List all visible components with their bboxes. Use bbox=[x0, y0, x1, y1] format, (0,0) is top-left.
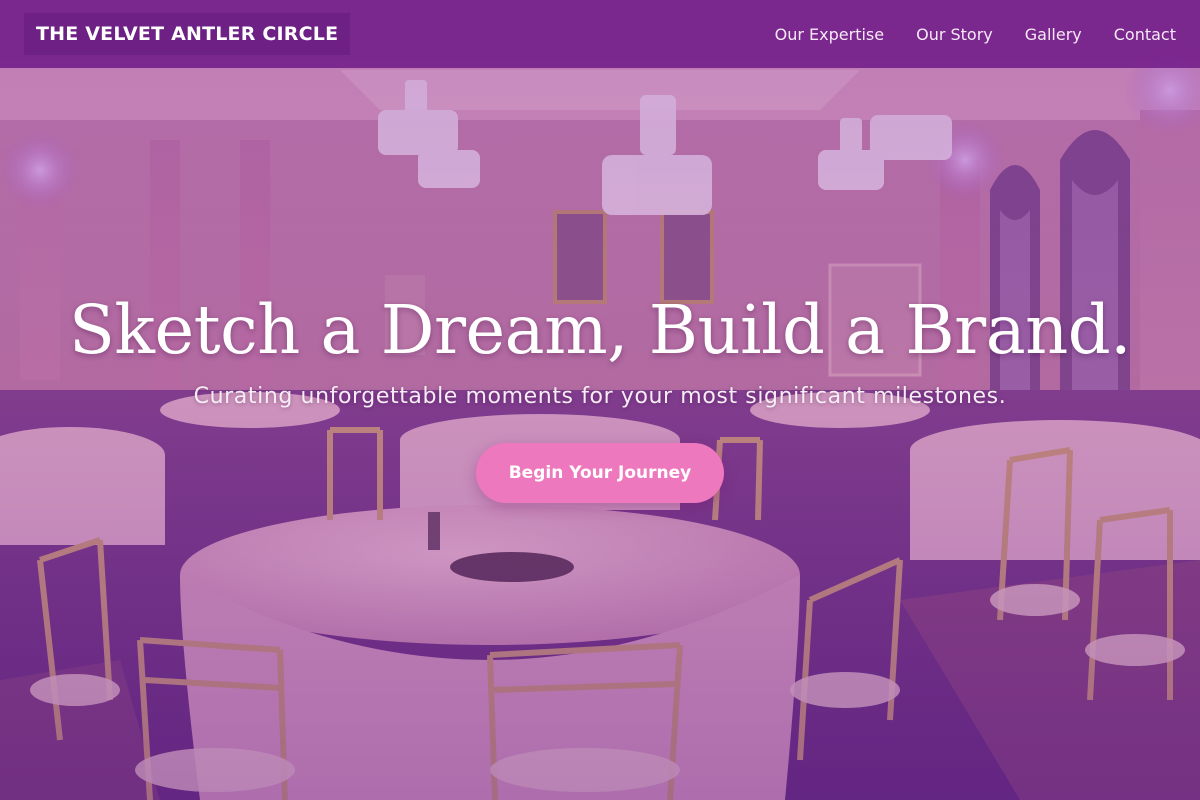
hero-section: THE VELVET ANTLER CIRCLE Our Expertise O… bbox=[0, 0, 1200, 800]
nav-links: Our Expertise Our Story Gallery Contact bbox=[775, 25, 1176, 44]
nav-link-contact[interactable]: Contact bbox=[1114, 25, 1176, 44]
brand-logo-link[interactable]: THE VELVET ANTLER CIRCLE bbox=[24, 13, 351, 55]
nav-link-gallery[interactable]: Gallery bbox=[1025, 25, 1082, 44]
nav-item-expertise: Our Expertise bbox=[775, 25, 884, 44]
hero-content: Sketch a Dream, Build a Brand. Curating … bbox=[0, 288, 1200, 503]
nav-link-our-story[interactable]: Our Story bbox=[916, 25, 993, 44]
nav-item-contact: Contact bbox=[1114, 25, 1176, 44]
begin-journey-button[interactable]: Begin Your Journey bbox=[475, 443, 725, 503]
nav-item-story: Our Story bbox=[916, 25, 993, 44]
nav-item-gallery: Gallery bbox=[1025, 25, 1082, 44]
hero-subheadline: Curating unforgettable moments for your … bbox=[193, 384, 1007, 409]
top-navbar: THE VELVET ANTLER CIRCLE Our Expertise O… bbox=[0, 0, 1200, 68]
hero-headline: Sketch a Dream, Build a Brand. bbox=[69, 291, 1131, 369]
nav-link-our-expertise[interactable]: Our Expertise bbox=[775, 25, 884, 44]
